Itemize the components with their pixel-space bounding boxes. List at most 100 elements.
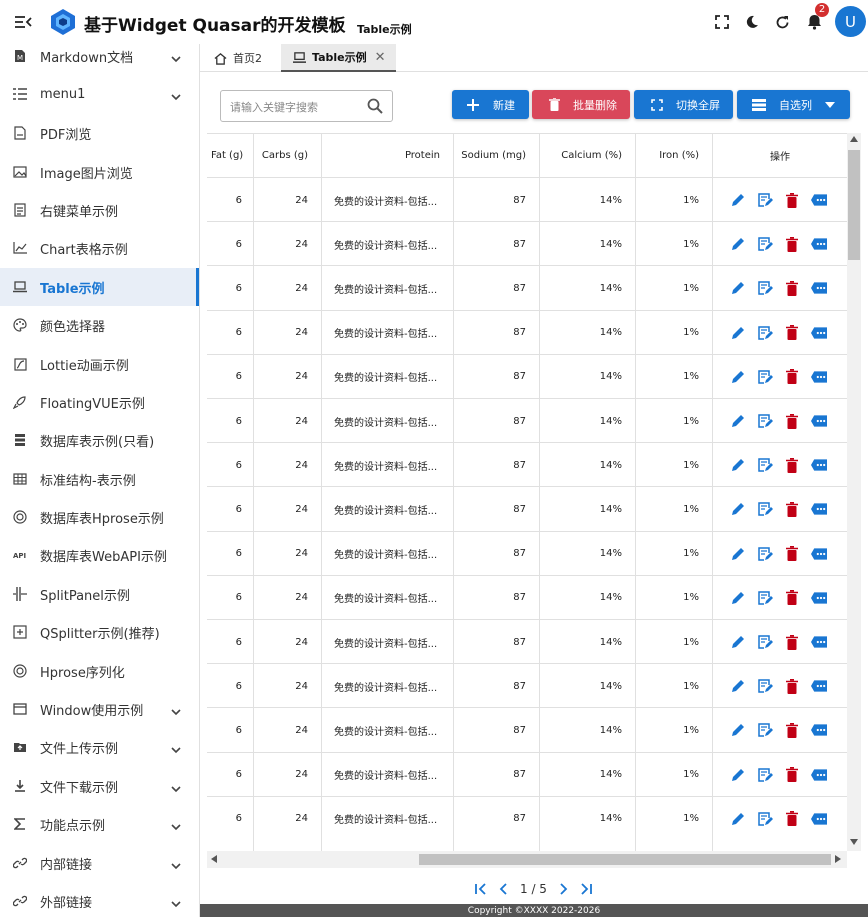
edit-icon[interactable] <box>730 678 746 694</box>
edit-note-icon[interactable] <box>757 501 773 517</box>
edit-note-icon[interactable] <box>757 634 773 650</box>
sidebar-item[interactable]: QSplitter示例(推荐) <box>0 613 199 651</box>
chevron-down-icon[interactable] <box>170 780 182 793</box>
batch-delete-button[interactable]: 批量删除 <box>532 90 630 119</box>
column-header-fat[interactable]: Fat (g) <box>211 134 243 177</box>
chevron-down-icon[interactable] <box>170 818 182 831</box>
edit-note-icon[interactable] <box>757 369 773 385</box>
more-icon[interactable] <box>811 634 827 650</box>
delete-icon[interactable] <box>784 546 800 562</box>
edit-icon[interactable] <box>730 325 746 341</box>
search-input[interactable]: 请输入关键字搜索 <box>220 90 393 122</box>
edit-icon[interactable] <box>730 590 746 606</box>
delete-icon[interactable] <box>784 236 800 252</box>
column-header-calcium[interactable]: Calcium (%) <box>540 134 622 177</box>
more-icon[interactable] <box>811 678 827 694</box>
delete-icon[interactable] <box>784 501 800 517</box>
prev-page-icon[interactable] <box>492 880 514 898</box>
scroll-up-icon[interactable] <box>850 136 858 142</box>
next-page-icon[interactable] <box>553 880 575 898</box>
table-row[interactable]: 6 24 免费的设计资料-包括... 87 14% 1% <box>207 619 847 663</box>
table-row[interactable]: 6 24 免费的设计资料-包括... 87 14% 1% <box>207 663 847 707</box>
delete-icon[interactable] <box>784 325 800 341</box>
horizontal-scroll-thumb[interactable] <box>419 854 831 865</box>
sidebar-item[interactable]: 文件上传示例 <box>0 728 199 766</box>
edit-icon[interactable] <box>730 457 746 473</box>
chevron-down-icon[interactable] <box>170 50 182 63</box>
chevron-down-icon[interactable] <box>170 703 182 716</box>
column-header-sodium[interactable]: Sodium (mg) <box>454 134 526 177</box>
sidebar-item[interactable]: 右键菜单示例 <box>0 191 199 229</box>
sidebar-item[interactable]: menu1 <box>0 75 199 113</box>
edit-icon[interactable] <box>730 722 746 738</box>
table-row[interactable]: 6 24 免费的设计资料-包括... 87 14% 1% <box>207 221 847 265</box>
table-row[interactable]: 6 24 免费的设计资料-包括... 87 14% 1% <box>207 398 847 442</box>
more-icon[interactable] <box>811 811 827 827</box>
delete-icon[interactable] <box>784 369 800 385</box>
user-avatar[interactable]: U <box>835 6 866 37</box>
sidebar-item[interactable]: 外部链接 <box>0 882 199 917</box>
chevron-down-icon[interactable] <box>170 895 182 908</box>
edit-icon[interactable] <box>730 236 746 252</box>
edit-icon[interactable] <box>730 280 746 296</box>
fullscreen-icon[interactable] <box>713 13 731 31</box>
edit-icon[interactable] <box>730 501 746 517</box>
scroll-left-icon[interactable] <box>211 855 217 863</box>
delete-icon[interactable] <box>784 767 800 783</box>
sidebar-item[interactable]: SplitPanel示例 <box>0 575 199 613</box>
sidebar-item[interactable]: 标准结构-表示例 <box>0 460 199 498</box>
sidebar-item[interactable]: 数据库表Hprose示例 <box>0 498 199 536</box>
sidebar-item[interactable]: Image图片浏览 <box>0 153 199 191</box>
delete-icon[interactable] <box>784 280 800 296</box>
menu-toggle-icon[interactable] <box>14 13 32 31</box>
edit-note-icon[interactable] <box>757 280 773 296</box>
table-row[interactable]: 6 24 免费的设计资料-包括... 87 14% 1% <box>207 751 847 796</box>
delete-icon[interactable] <box>784 192 800 208</box>
edit-note-icon[interactable] <box>757 590 773 606</box>
more-icon[interactable] <box>811 192 827 208</box>
more-icon[interactable] <box>811 413 827 429</box>
sidebar-item[interactable]: Table示例 <box>0 268 199 306</box>
sidebar-item[interactable]: PDF浏览 <box>0 114 199 152</box>
vertical-scrollbar[interactable] <box>847 133 861 851</box>
delete-icon[interactable] <box>784 811 800 827</box>
delete-icon[interactable] <box>784 457 800 473</box>
more-icon[interactable] <box>811 501 827 517</box>
edit-note-icon[interactable] <box>757 192 773 208</box>
delete-icon[interactable] <box>784 413 800 429</box>
more-icon[interactable] <box>811 546 827 562</box>
more-icon[interactable] <box>811 236 827 252</box>
table-row[interactable]: 6 24 免费的设计资料-包括... 87 14% 1% <box>207 265 847 309</box>
edit-note-icon[interactable] <box>757 811 773 827</box>
close-icon[interactable]: ✕ <box>375 50 386 65</box>
more-icon[interactable] <box>811 325 827 341</box>
edit-note-icon[interactable] <box>757 678 773 694</box>
table-row[interactable]: 6 24 免费的设计资料-包括... 87 14% 1% <box>207 353 847 398</box>
more-icon[interactable] <box>811 369 827 385</box>
table-row[interactable]: 6 24 免费的设计资料-包括... 87 14% 1% <box>207 486 847 530</box>
edit-icon[interactable] <box>730 413 746 429</box>
edit-note-icon[interactable] <box>757 767 773 783</box>
edit-icon[interactable] <box>730 634 746 650</box>
sidebar-item[interactable]: Chart表格示例 <box>0 229 199 267</box>
table-row[interactable]: 6 24 免费的设计资料-包括... 87 14% 1% <box>207 707 847 751</box>
more-icon[interactable] <box>811 767 827 783</box>
new-button[interactable]: 新建 <box>452 90 529 119</box>
sidebar-item[interactable]: 内部链接 <box>0 844 199 882</box>
more-icon[interactable] <box>811 457 827 473</box>
more-icon[interactable] <box>811 590 827 606</box>
delete-icon[interactable] <box>784 722 800 738</box>
vertical-scroll-thumb[interactable] <box>848 150 860 260</box>
sidebar-item[interactable]: API 数据库表WebAPI示例 <box>0 536 199 574</box>
sidebar-item[interactable]: 数据库表示例(只看) <box>0 421 199 459</box>
sidebar-item[interactable]: M Markdown文档 <box>0 44 199 75</box>
edit-icon[interactable] <box>730 369 746 385</box>
sidebar-item[interactable]: 文件下载示例 <box>0 767 199 805</box>
chevron-down-icon[interactable] <box>170 857 182 870</box>
edit-icon[interactable] <box>730 192 746 208</box>
edit-icon[interactable] <box>730 811 746 827</box>
table-row[interactable]: 6 24 免费的设计资料-包括... 87 14% 1% <box>207 530 847 575</box>
dark-mode-icon[interactable] <box>743 13 761 31</box>
table-row[interactable]: 6 24 免费的设计资料-包括... 87 14% 1% <box>207 574 847 619</box>
edit-note-icon[interactable] <box>757 413 773 429</box>
